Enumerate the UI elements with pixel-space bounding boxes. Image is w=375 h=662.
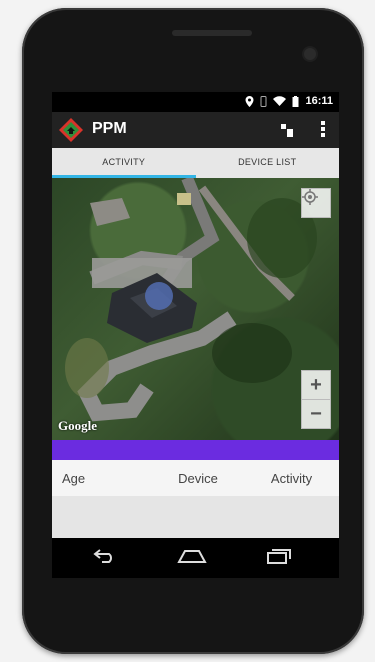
map-attribution: Google xyxy=(58,418,97,433)
crosshair-icon xyxy=(302,189,318,205)
overflow-menu-icon[interactable] xyxy=(321,121,325,142)
app-title: PPM xyxy=(92,120,127,137)
column-header-device: Device xyxy=(178,470,218,486)
home-icon[interactable] xyxy=(177,548,207,569)
table-body xyxy=(52,496,339,538)
column-header-activity: Activity xyxy=(270,470,313,486)
front-camera xyxy=(304,48,316,60)
location-icon xyxy=(245,95,254,107)
app-logo-icon[interactable] xyxy=(58,117,84,143)
sync-icon[interactable] xyxy=(281,124,293,142)
vibrate-icon xyxy=(260,95,267,107)
battery-icon xyxy=(292,95,299,107)
my-location-button[interactable] xyxy=(301,188,331,218)
tab-device-list[interactable]: DEVICE LIST xyxy=(196,148,340,178)
recents-icon[interactable] xyxy=(266,548,292,569)
column-header-age: Age xyxy=(62,470,86,486)
status-bar: 16:11 xyxy=(52,92,339,112)
speaker-grille xyxy=(172,30,252,36)
action-bar: PPM xyxy=(52,112,339,148)
back-icon[interactable] xyxy=(92,548,116,569)
satellite-imagery xyxy=(65,178,317,422)
map-view[interactable]: + − Google xyxy=(52,178,339,440)
system-nav-bar xyxy=(52,538,339,578)
table-header: Age Device Activity xyxy=(52,460,339,497)
activity-bar xyxy=(52,440,339,460)
tab-activity[interactable]: ACTIVITY xyxy=(52,148,196,178)
status-time: 16:11 xyxy=(305,95,333,107)
screen: 16:11 PPM ACTIVITY DEVICE LIST + − Googl… xyxy=(52,92,339,538)
zoom-out-button[interactable]: − xyxy=(301,399,331,429)
wifi-icon xyxy=(273,96,287,106)
tab-bar: ACTIVITY DEVICE LIST xyxy=(52,148,339,178)
zoom-in-button[interactable]: + xyxy=(301,370,331,399)
